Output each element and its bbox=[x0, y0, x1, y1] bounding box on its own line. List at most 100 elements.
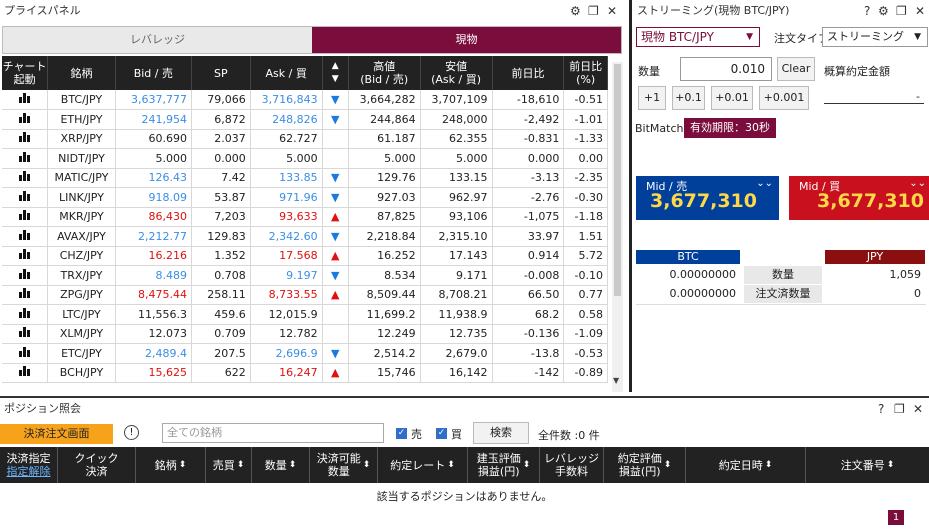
price-row[interactable]: AVAX/JPY 2,212.77 129.83 2,342.60 ▼ 2,218.84 2… bbox=[2, 226, 608, 247]
tab-spot[interactable]: 現物 bbox=[312, 27, 621, 53]
close-icon[interactable]: ✕ bbox=[607, 0, 617, 22]
ask-cell[interactable]: 12.782 bbox=[250, 324, 323, 344]
info-icon[interactable]: ! bbox=[124, 425, 139, 440]
qty-input[interactable]: 0.010 bbox=[680, 57, 772, 81]
gear-icon[interactable]: ⚙ bbox=[878, 0, 889, 22]
chart-launch-icon[interactable] bbox=[2, 304, 49, 325]
bid-cell[interactable]: 86,430 bbox=[115, 207, 192, 227]
ask-cell[interactable]: 971.96 bbox=[250, 187, 323, 208]
price-row[interactable]: ZPG/JPY 8,475.44 258.11 8,733.55 ▲ 8,509.44 8,… bbox=[2, 285, 608, 305]
price-row[interactable]: XRP/JPY 60.690 2.037 62.727 61.187 62.355 -0.8… bbox=[2, 129, 608, 149]
price-row[interactable]: MKR/JPY 86,430 7,203 93,633 ▲ 87,825 93,106 -1,… bbox=[2, 207, 608, 227]
increment-0.01-button[interactable]: +0.01 bbox=[711, 86, 753, 110]
ask-cell[interactable]: 12,015.9 bbox=[250, 304, 323, 325]
bid-cell[interactable]: 2,212.77 bbox=[115, 226, 192, 247]
mid-buy-button[interactable]: Mid / 買 ⌄⌄ 3,677,310 bbox=[789, 176, 929, 220]
price-row[interactable]: ETH/JPY 241,954 6,872 248,826 ▼ 244,864 248,00… bbox=[2, 109, 608, 130]
price-row[interactable]: BTC/JPY 3,637,777 79,066 3,716,843 ▼ 3,664,28… bbox=[2, 90, 608, 110]
col-side[interactable]: 売買 ⬍ bbox=[206, 447, 252, 483]
help-icon[interactable]: ? bbox=[864, 0, 870, 22]
cancel-designation-link[interactable]: 指定解除 bbox=[7, 465, 51, 478]
chart-launch-icon[interactable] bbox=[2, 363, 49, 383]
bid-cell[interactable]: 2,489.4 bbox=[115, 343, 192, 364]
chart-launch-icon[interactable] bbox=[2, 148, 49, 169]
ask-cell[interactable]: 248,826 bbox=[250, 109, 323, 130]
clear-button[interactable]: Clear bbox=[777, 57, 815, 81]
mid-sell-button[interactable]: Mid / 売 ⌄⌄ 3,677,310 bbox=[636, 176, 779, 220]
bid-cell[interactable]: 11,556.3 bbox=[115, 304, 192, 325]
chart-launch-icon[interactable] bbox=[2, 168, 49, 188]
bid-cell[interactable]: 918.09 bbox=[115, 187, 192, 208]
price-row[interactable]: NIDT/JPY 5.000 0.000 5.000 5.000 5.000 0.000 0.… bbox=[2, 148, 608, 169]
bid-cell[interactable]: 8.489 bbox=[115, 265, 192, 286]
price-row[interactable]: CHZ/JPY 16.216 1.352 17.568 ▲ 16.252 17.143 0.9… bbox=[2, 246, 608, 266]
symbol-select[interactable]: 現物 BTC/JPY ▼ bbox=[636, 27, 760, 47]
col-trade-datetime[interactable]: 約定日時 ⬍ bbox=[686, 447, 806, 483]
col-quantity[interactable]: 数量 ⬍ bbox=[252, 447, 310, 483]
maximize-icon[interactable]: ❐ bbox=[896, 0, 907, 22]
chart-launch-icon[interactable] bbox=[2, 265, 49, 286]
ask-cell[interactable]: 62.727 bbox=[250, 129, 323, 149]
chart-launch-icon[interactable] bbox=[2, 246, 49, 266]
price-row[interactable]: MATIC/JPY 126.43 7.42 133.85 ▼ 129.76 133.15 -3… bbox=[2, 168, 608, 188]
scroll-down-icon[interactable]: ▼ bbox=[613, 376, 619, 385]
col-trade-pl[interactable]: 約定評価 損益(円) ⬍ bbox=[604, 447, 686, 483]
bid-cell[interactable]: 60.690 bbox=[115, 129, 192, 149]
order-type-select[interactable]: ストリーミング ▼ bbox=[822, 27, 928, 47]
ask-cell[interactable]: 3,716,843 bbox=[250, 90, 323, 110]
search-button[interactable]: 検索 bbox=[473, 422, 529, 444]
bid-cell[interactable]: 8,475.44 bbox=[115, 285, 192, 305]
price-table-scrollbar[interactable]: ▼ bbox=[612, 62, 623, 392]
scroll-thumb[interactable] bbox=[614, 64, 621, 296]
price-row[interactable]: BCH/JPY 15,625 622 16,247 ▲ 15,746 16,142 -142-… bbox=[2, 363, 608, 383]
price-row[interactable]: LTC/JPY 11,556.3 459.6 12,015.9 11,699.2 11,9… bbox=[2, 304, 608, 325]
chart-launch-icon[interactable] bbox=[2, 226, 49, 247]
bid-cell[interactable]: 126.43 bbox=[115, 168, 192, 188]
chart-launch-icon[interactable] bbox=[2, 187, 49, 208]
chart-launch-icon[interactable] bbox=[2, 285, 49, 305]
bid-cell[interactable]: 3,637,777 bbox=[115, 90, 192, 110]
col-settleable-qty[interactable]: 決済可能 数量 ⬍ bbox=[310, 447, 378, 483]
bid-cell[interactable]: 16.216 bbox=[115, 246, 192, 266]
price-row[interactable]: XLM/JPY 12.073 0.709 12.782 12.249 12.735 -0.1… bbox=[2, 324, 608, 344]
ask-cell[interactable]: 8,733.55 bbox=[250, 285, 323, 305]
ask-cell[interactable]: 17.568 bbox=[250, 246, 323, 266]
bid-cell[interactable]: 15,625 bbox=[115, 363, 192, 383]
price-row[interactable]: ETC/JPY 2,489.4 207.5 2,696.9 ▼ 2,514.2 2,679.… bbox=[2, 343, 608, 364]
col-position-pl[interactable]: 建玉評価 損益(円) ⬍ bbox=[468, 447, 540, 483]
col-symbol[interactable]: 銘柄 ⬍ bbox=[136, 447, 206, 483]
page-button[interactable]: 1 bbox=[888, 510, 904, 525]
ask-cell[interactable]: 93,633 bbox=[250, 207, 323, 227]
settle-order-button[interactable]: 決済注文画面 bbox=[0, 424, 113, 444]
maximize-icon[interactable]: ❐ bbox=[588, 0, 599, 22]
ask-cell[interactable]: 9.197 bbox=[250, 265, 323, 286]
ask-cell[interactable]: 2,342.60 bbox=[250, 226, 323, 247]
gear-icon[interactable]: ⚙ bbox=[570, 0, 581, 22]
bid-cell[interactable]: 5.000 bbox=[115, 148, 192, 169]
chart-launch-icon[interactable] bbox=[2, 109, 49, 130]
maximize-icon[interactable]: ❐ bbox=[894, 398, 905, 420]
price-row[interactable]: LINK/JPY 918.09 53.87 971.96 ▼ 927.03 962.97 -2… bbox=[2, 187, 608, 208]
bid-cell[interactable]: 241,954 bbox=[115, 109, 192, 130]
help-icon[interactable]: ? bbox=[878, 398, 884, 420]
price-row[interactable]: TRX/JPY 8.489 0.708 9.197 ▼ 8.534 9.171 -0.008-… bbox=[2, 265, 608, 286]
col-rate[interactable]: 約定レート ⬍ bbox=[378, 447, 468, 483]
chart-launch-icon[interactable] bbox=[2, 207, 49, 227]
increment-0.1-button[interactable]: +0.1 bbox=[672, 86, 705, 110]
close-icon[interactable]: ✕ bbox=[913, 398, 923, 420]
chart-launch-icon[interactable] bbox=[2, 129, 49, 149]
ask-cell[interactable]: 2,696.9 bbox=[250, 343, 323, 364]
col-order-number[interactable]: 注文番号 ⬍ bbox=[806, 447, 929, 483]
close-icon[interactable]: ✕ bbox=[915, 0, 925, 22]
ask-cell[interactable]: 133.85 bbox=[250, 168, 323, 188]
chart-launch-icon[interactable] bbox=[2, 324, 49, 344]
sell-checkbox[interactable]: ✓ bbox=[396, 428, 407, 439]
increment-1-button[interactable]: +1 bbox=[638, 86, 666, 110]
symbol-filter-input[interactable]: 全ての銘柄 bbox=[162, 423, 384, 443]
increment-0.001-button[interactable]: +0.001 bbox=[759, 86, 809, 110]
chart-launch-icon[interactable] bbox=[2, 90, 49, 110]
ask-cell[interactable]: 16,247 bbox=[250, 363, 323, 383]
buy-checkbox[interactable]: ✓ bbox=[436, 428, 447, 439]
bid-cell[interactable]: 12.073 bbox=[115, 324, 192, 344]
tab-leverage[interactable]: レバレッジ bbox=[3, 27, 312, 53]
